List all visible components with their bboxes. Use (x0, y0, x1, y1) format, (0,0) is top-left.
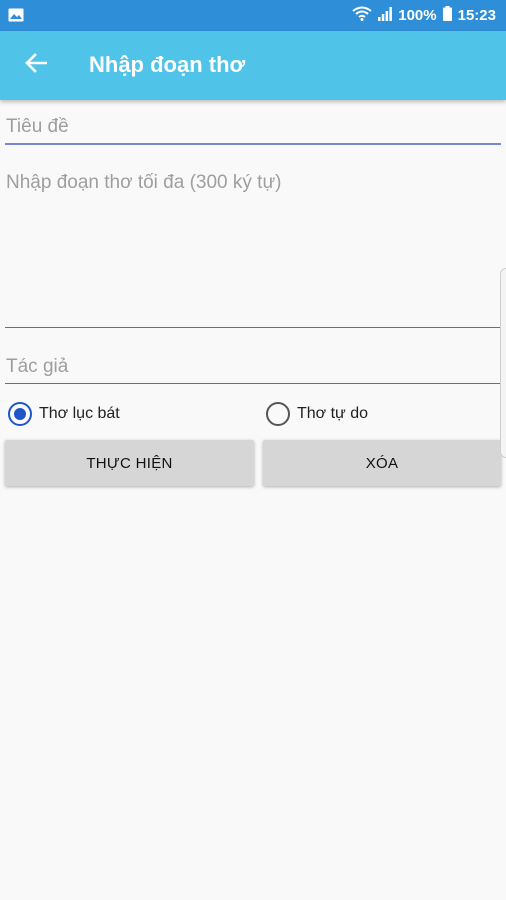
poem-placeholder: Nhập đoạn thơ tối đa (300 ký tự) (6, 172, 282, 193)
title-placeholder: Tiêu đề (6, 116, 69, 137)
status-bar: 100% 15:23 (0, 0, 506, 31)
title-input[interactable]: Tiêu đề (5, 112, 501, 148)
radio-checked-icon (8, 402, 32, 426)
poem-textarea[interactable]: Nhập đoạn thơ tối đa (300 ký tự) (5, 168, 501, 330)
clear-button[interactable]: XÓA (263, 440, 501, 486)
app-bar: Nhập đoạn thơ (0, 31, 506, 100)
title-underline (5, 143, 501, 145)
back-button[interactable] (16, 45, 56, 85)
submit-button[interactable]: THỰC HIỆN (5, 440, 254, 486)
author-placeholder: Tác giả (6, 356, 69, 377)
radio-unchecked-icon (266, 402, 290, 426)
poem-underline (5, 327, 501, 328)
radio-luc-bat-label: Thơ lục bát (39, 405, 120, 422)
arrow-left-icon (25, 52, 48, 78)
edge-panel-handle[interactable] (500, 268, 506, 458)
author-underline (5, 383, 501, 384)
radio-tu-do-label: Thơ tự do (297, 405, 369, 422)
battery-icon (442, 6, 452, 25)
author-input[interactable]: Tác giả (5, 352, 501, 386)
radio-tu-do[interactable]: Thơ tự do (266, 400, 368, 428)
image-icon (8, 8, 24, 22)
page-title: Nhập đoạn thơ (89, 52, 246, 77)
poem-type-radio-group: Thơ lục bát Thơ tự do (0, 400, 506, 428)
battery-percent: 100% (398, 7, 437, 24)
wifi-icon (352, 6, 372, 25)
clock: 15:23 (457, 7, 496, 24)
signal-icon (378, 6, 393, 25)
radio-luc-bat[interactable]: Thơ lục bát (8, 400, 120, 428)
